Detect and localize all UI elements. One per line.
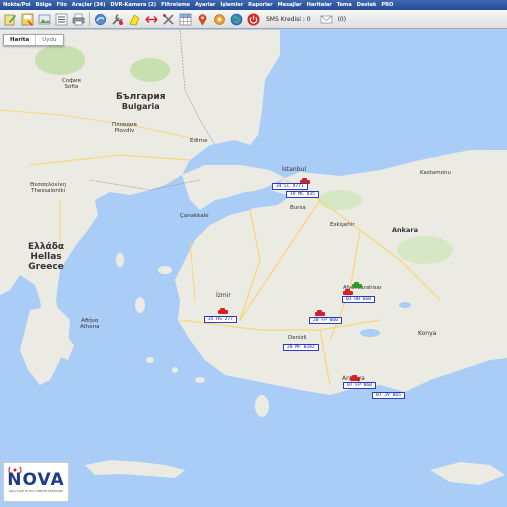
city-label-plovdiv: Пловдив Plovdiv <box>112 122 137 134</box>
city-label-athens: Αθήνα Athena <box>80 318 100 330</box>
vehicle-plate[interactable]: 03 UB 660 <box>342 296 375 303</box>
vehicle-plate[interactable]: 07 FP 060 <box>343 382 376 389</box>
city-label-bursa: Bursa <box>290 205 306 211</box>
vehicle-icon[interactable] <box>343 289 353 296</box>
print-icon[interactable] <box>71 12 86 27</box>
map-type-toggle: Harita Uydu <box>3 34 64 46</box>
menu-item-destek[interactable]: Destek <box>357 2 377 8</box>
toolbar-separator <box>89 12 90 26</box>
sms-credit-label: SMS Kredisi : 0 <box>266 15 311 23</box>
map-type-uydu[interactable]: Uydu <box>35 35 62 45</box>
vehicle-plate[interactable]: 07 JV 065 <box>372 392 405 399</box>
menu-item-mesajlar[interactable]: Mesajlar <box>278 2 302 8</box>
vehicle-plate[interactable]: 19 MC 835 <box>286 191 319 198</box>
edit-icon[interactable] <box>3 12 18 27</box>
menu-item-filo[interactable]: Filo <box>57 2 67 8</box>
menu-item-haritalar[interactable]: Haritalar <box>307 2 332 8</box>
city-label-istanbul: İstanbul <box>282 166 307 173</box>
menu-item-ayarlar[interactable]: Ayarlar <box>195 2 216 8</box>
highlight-icon[interactable] <box>127 12 142 27</box>
menu-item-islemler[interactable]: İşlemler <box>220 2 243 8</box>
country-label-bulgaria-cyrillic: България <box>116 92 166 102</box>
vehicle-plate[interactable]: 35 HS 277 <box>204 316 237 323</box>
city-label-kastamonu: Kastamonu <box>420 170 451 176</box>
menu-item-araclar[interactable]: Araçlar (34) <box>72 2 106 8</box>
menu-item-raporlar[interactable]: Raporlar <box>248 2 272 8</box>
city-label-izmir: İzmir <box>216 292 231 299</box>
nova-logo: NOVA ARAÇ TAKİP VE FİLO YÖNETİM SİSTEMLE… <box>3 462 69 502</box>
wrench-icon[interactable] <box>110 12 125 27</box>
country-label-greece-hellas: Hellas <box>30 252 62 262</box>
logo-tagline: ARAÇ TAKİP VE FİLO YÖNETİM SİSTEMLERİ <box>8 489 64 493</box>
vehicle-plate[interactable]: 20 MF 0282 <box>283 344 319 351</box>
menu-bar: Nokta/Poi Bölge Filo Araçlar (34) DVR-Ka… <box>0 0 507 10</box>
toolbar: SMS Kredisi : 0 (0) <box>0 10 507 29</box>
save-icon[interactable] <box>20 12 35 27</box>
menu-item-dvr-kamera[interactable]: DVR-Kamera (2) <box>110 2 156 8</box>
country-label-bulgaria-latin: Bulgaria <box>121 102 160 111</box>
power-icon[interactable] <box>246 12 261 27</box>
city-label-ankara: Ankara <box>392 226 418 234</box>
country-label-greece: Ελλάδα Hellas Greece <box>28 242 64 272</box>
grid-icon[interactable] <box>178 12 193 27</box>
tools-icon[interactable] <box>161 12 176 27</box>
city-label-konya: Konya <box>418 330 437 337</box>
image-icon[interactable] <box>37 12 52 27</box>
pin-icon[interactable] <box>195 12 210 27</box>
city-label-sofia: София Sofia <box>62 78 81 90</box>
menu-item-pro[interactable]: PRO <box>381 2 393 8</box>
signal-icon <box>8 466 22 474</box>
list-icon[interactable] <box>54 12 69 27</box>
menu-item-filtreleme[interactable]: Filtreleme <box>161 2 190 8</box>
gear-icon[interactable] <box>212 12 227 27</box>
vehicle-plate[interactable]: 20 FP 060 <box>309 317 342 324</box>
menu-item-tema[interactable]: Tema <box>337 2 352 8</box>
city-label-denizli: Denizli <box>288 335 307 341</box>
vehicle-icon[interactable] <box>352 282 362 289</box>
mail-icon[interactable] <box>319 12 334 27</box>
country-label-bulgaria: България Bulgaria <box>116 92 166 111</box>
city-label-edirne: Edirne <box>190 138 208 144</box>
map-type-harita[interactable]: Harita <box>4 35 35 45</box>
city-label-thessaloniki: Θεσσαλονίκη Thessaloniki <box>30 182 67 194</box>
vehicle-icon[interactable] <box>315 310 325 317</box>
vehicle-icon[interactable] <box>218 308 228 315</box>
map-base <box>0 30 507 507</box>
city-label-eskisehir: Eskişehir <box>330 222 355 228</box>
globe-icon[interactable] <box>229 12 244 27</box>
arrows-icon[interactable] <box>144 12 159 27</box>
route-icon[interactable] <box>93 12 108 27</box>
country-label-greece-latin: Greece <box>28 262 64 272</box>
map-canvas[interactable]: България Bulgaria Ελλάδα Hellas Greece С… <box>0 30 507 507</box>
menu-item-nokta[interactable]: Nokta/Poi <box>3 2 31 8</box>
vehicle-plate[interactable]: 34 LL 9771 <box>272 183 308 190</box>
message-count: (0) <box>337 15 347 23</box>
vehicle-icon[interactable] <box>350 375 360 382</box>
country-label-greece-greek: Ελλάδα <box>28 242 65 252</box>
city-label-canakkale: Çanakkale <box>180 213 209 219</box>
menu-item-bolge[interactable]: Bölge <box>35 2 51 8</box>
